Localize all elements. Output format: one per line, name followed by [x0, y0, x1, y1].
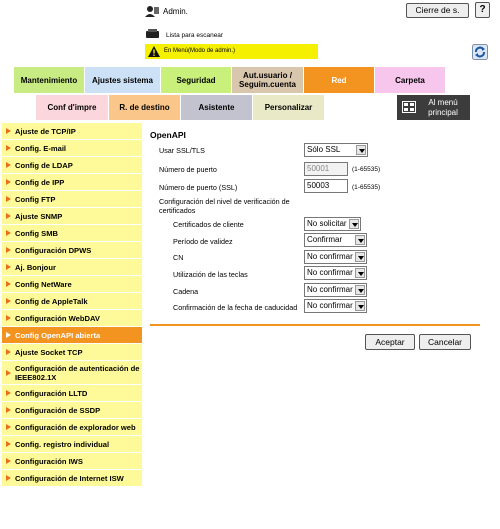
- arrow-right-icon: [6, 349, 11, 355]
- sidebar-item-ldap[interactable]: Config de LDAP: [2, 157, 142, 174]
- verify-validity-select[interactable]: Confirmar: [304, 233, 367, 247]
- sidebar-item-lltd[interactable]: Configuración LLTD: [2, 385, 142, 402]
- warning-icon: [147, 45, 161, 58]
- sidebar-item-netware[interactable]: Config NetWare: [2, 276, 142, 293]
- arrow-right-icon: [6, 213, 11, 219]
- chevron-down-icon: [355, 235, 365, 245]
- sidebar-item-smb[interactable]: Config SMB: [2, 225, 142, 242]
- verify-key-usage-select[interactable]: No confirmar: [304, 266, 367, 280]
- sidebar-item-snmp[interactable]: Ajuste SNMP: [2, 208, 142, 225]
- sidebar-item-appletalk[interactable]: Config de AppleTalk: [2, 293, 142, 310]
- tab-ajustes-sistema[interactable]: Ajustes sistema: [85, 67, 160, 93]
- tab-r-destino[interactable]: R. de destino: [109, 95, 180, 120]
- arrow-right-icon: [6, 458, 11, 464]
- arrow-right-icon: [6, 475, 11, 481]
- chevron-down-icon: [355, 268, 365, 278]
- tab-carpeta[interactable]: Carpeta: [375, 67, 445, 93]
- tab-red[interactable]: Red: [304, 67, 374, 93]
- port-ssl-label: Número de puerto (SSL): [159, 183, 238, 192]
- scanner-icon: [145, 28, 160, 40]
- menu-grid-icon: [402, 101, 416, 113]
- arrow-right-icon: [6, 230, 11, 236]
- chevron-down-icon: [355, 252, 365, 262]
- scan-list-label: Lista para escanear: [166, 32, 224, 39]
- tab-conf-impre[interactable]: Conf d'impre: [36, 95, 108, 120]
- sidebar-item-iws[interactable]: Configuración IWS: [2, 453, 142, 470]
- tab-seguridad[interactable]: Seguridad: [161, 67, 231, 93]
- main-menu-button[interactable]: Al menú principal: [397, 95, 470, 120]
- sidebar-item-web-browser[interactable]: Configuración de explorador web: [2, 419, 142, 436]
- verify-key-usage-label: Utilización de las teclas: [173, 270, 248, 279]
- sidebar-item-socket-tcp[interactable]: Ajuste Socket TCP: [2, 344, 142, 361]
- arrow-right-icon: [6, 179, 11, 185]
- sidebar-item-dpws[interactable]: Configuración DPWS: [2, 242, 142, 259]
- sidebar-item-ssdp[interactable]: Configuración de SSDP: [2, 402, 142, 419]
- verify-chain-label: Cadena: [173, 287, 199, 296]
- arrow-right-icon: [6, 390, 11, 396]
- page-title: OpenAPI: [150, 130, 186, 140]
- sidebar-item-ftp[interactable]: Config FTP: [2, 191, 142, 208]
- arrow-right-icon: [6, 128, 11, 134]
- sidebar-item-openapi[interactable]: Config OpenAPI abierta: [2, 327, 142, 344]
- use-ssl-label: Usar SSL/TLS: [159, 146, 205, 155]
- help-button[interactable]: ?: [475, 2, 490, 18]
- arrow-right-icon: [6, 145, 11, 151]
- arrow-right-icon: [6, 407, 11, 413]
- port-input[interactable]: 50001: [304, 162, 348, 176]
- mode-label: En Menú(Modo de admin.): [164, 48, 236, 54]
- port-ssl-range: (1-65535): [352, 184, 381, 191]
- sidebar-item-internet-isw[interactable]: Configuración de Internet ISW: [2, 470, 142, 487]
- tab-personalizar[interactable]: Personalizar: [253, 95, 324, 120]
- arrow-right-icon: [6, 315, 11, 321]
- port-label: Número de puerto: [159, 165, 217, 174]
- verify-cn-label: CN: [173, 253, 184, 262]
- cancel-button[interactable]: Cancelar: [419, 334, 471, 350]
- chevron-down-icon: [355, 301, 365, 311]
- use-ssl-select[interactable]: Sólo SSL: [304, 143, 368, 157]
- tab-asistente[interactable]: Asistente: [181, 95, 252, 120]
- verify-expiry-select[interactable]: No confirmar: [304, 299, 367, 313]
- user-label: Admin.: [163, 7, 188, 16]
- arrow-right-icon: [6, 441, 11, 447]
- arrow-right-icon: [6, 298, 11, 304]
- chevron-down-icon: [349, 219, 359, 229]
- logout-button[interactable]: Cierre de s.: [406, 3, 469, 18]
- main-menu-label: Al menú principal: [428, 98, 458, 117]
- verify-client-cert-label: Certificados de cliente: [173, 220, 244, 229]
- arrow-right-icon: [6, 369, 11, 376]
- mode-banner: En Menú(Modo de admin.): [145, 44, 318, 59]
- sidebar-item-email[interactable]: Config. E-mail: [2, 140, 142, 157]
- arrow-right-icon: [6, 264, 11, 270]
- verify-heading: Configuración del nivel de verificación …: [159, 197, 290, 215]
- sidebar-item-tcpip[interactable]: Ajuste de TCP/IP: [2, 123, 142, 140]
- verify-client-cert-select[interactable]: No solicitar: [304, 217, 361, 231]
- arrow-right-icon: [6, 332, 11, 338]
- verify-validity-label: Período de validez: [173, 237, 233, 246]
- arrow-right-icon: [6, 196, 11, 202]
- sidebar-item-ipp[interactable]: Config de IPP: [2, 174, 142, 191]
- verify-chain-select[interactable]: No confirmar: [304, 283, 367, 297]
- user-icon: [144, 4, 160, 18]
- tab-aut-usuario[interactable]: Aut.usuario / Seguim.cuenta: [232, 67, 303, 93]
- arrow-right-icon: [6, 162, 11, 168]
- chevron-down-icon: [355, 285, 365, 295]
- sidebar-item-individual-log[interactable]: Config. registro individual: [2, 436, 142, 453]
- arrow-right-icon: [6, 424, 11, 430]
- sidebar-item-ieee8021x[interactable]: Configuración de autenticación de IEEE80…: [2, 361, 142, 385]
- refresh-icon[interactable]: [472, 44, 488, 60]
- port-range: (1-65535): [352, 166, 381, 173]
- verify-cn-select[interactable]: No confirmar: [304, 250, 367, 264]
- tab-mantenimiento[interactable]: Mantenimiento: [14, 67, 84, 93]
- chevron-down-icon: [356, 145, 366, 155]
- port-ssl-input[interactable]: 50003: [304, 179, 348, 193]
- arrow-right-icon: [6, 247, 11, 253]
- accept-button[interactable]: Aceptar: [365, 334, 415, 350]
- verify-expiry-label: Confirmación de la fecha de caducidad: [173, 303, 298, 312]
- sidebar-item-webdav[interactable]: Configuración WebDAV: [2, 310, 142, 327]
- sidebar-item-bonjour[interactable]: Aj. Bonjour: [2, 259, 142, 276]
- divider: [150, 324, 480, 326]
- arrow-right-icon: [6, 281, 11, 287]
